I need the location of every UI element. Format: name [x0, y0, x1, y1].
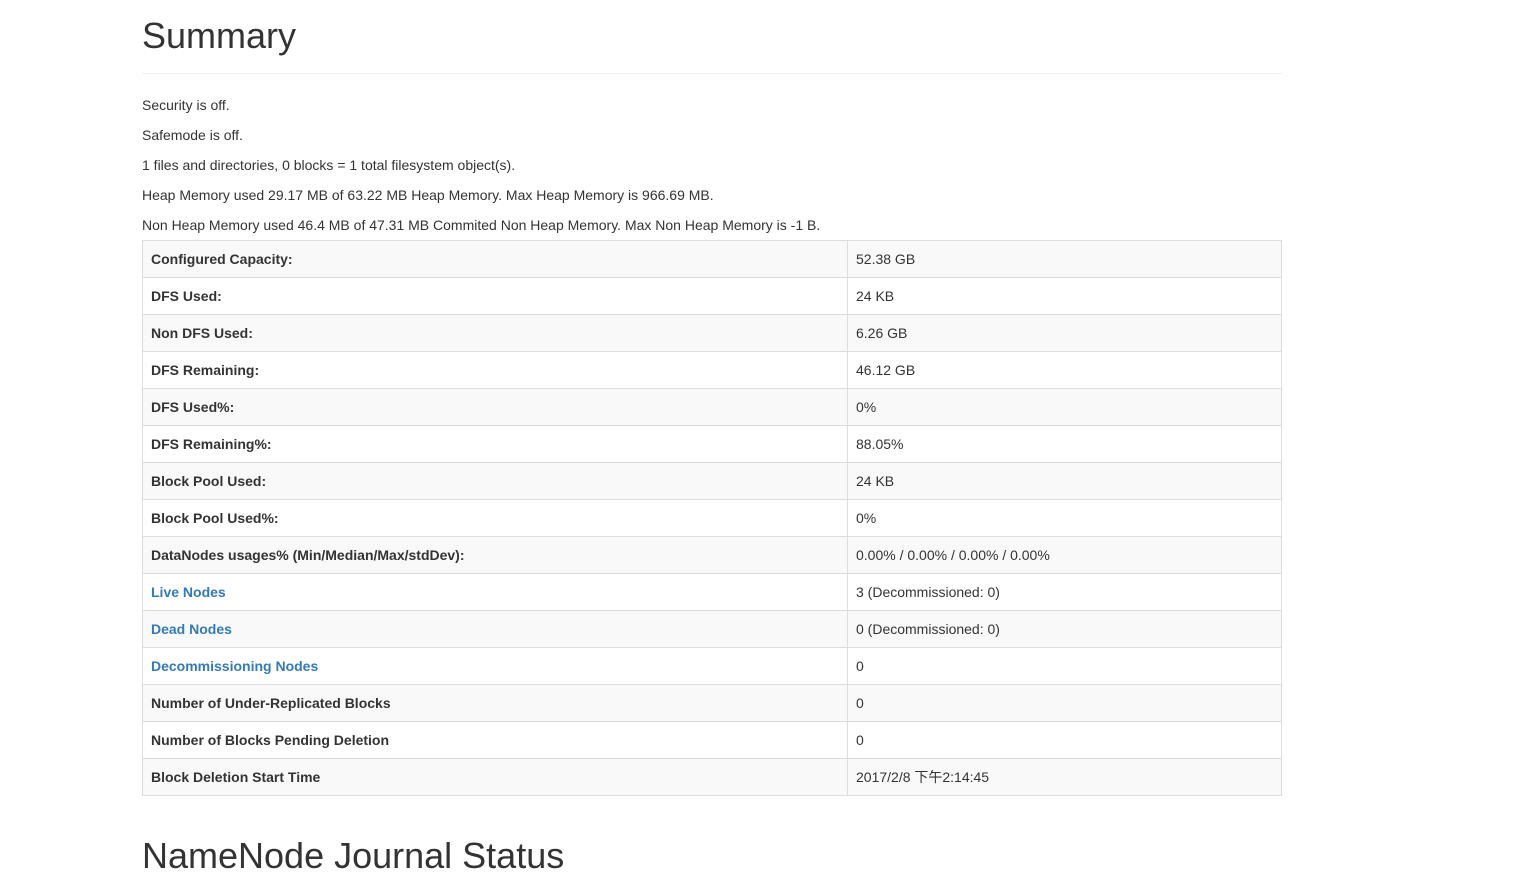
- table-row: DataNodes usages% (Min/Median/Max/stdDev…: [142, 536, 1282, 574]
- row-value: 0%: [847, 388, 1282, 426]
- row-value: 6.26 GB: [847, 314, 1282, 352]
- row-value: 2017/2/8 下午2:14:45: [847, 758, 1282, 796]
- row-value: 0%: [847, 499, 1282, 537]
- security-status: Security is off.: [142, 97, 230, 113]
- row-label: Live Nodes: [142, 573, 848, 611]
- table-row: Number of Under-Replicated Blocks 0: [142, 684, 1282, 722]
- table-row: Block Deletion Start Time 2017/2/8 下午2:1…: [142, 758, 1282, 796]
- live-nodes-link[interactable]: Live Nodes: [151, 584, 226, 600]
- non-heap-memory: Non Heap Memory used 46.4 MB of 47.31 MB…: [142, 217, 821, 233]
- table-row: DFS Used%: 0%: [142, 388, 1282, 426]
- table-row: DFS Remaining%: 88.05%: [142, 425, 1282, 463]
- row-label: DFS Used%:: [142, 388, 848, 426]
- row-label: Non DFS Used:: [142, 314, 848, 352]
- row-value: 0.00% / 0.00% / 0.00% / 0.00%: [847, 536, 1282, 574]
- row-label: Configured Capacity:: [142, 240, 848, 278]
- summary-table: Configured Capacity: 52.38 GB DFS Used: …: [142, 240, 1282, 796]
- row-label: DataNodes usages% (Min/Median/Max/stdDev…: [142, 536, 848, 574]
- dead-nodes-link[interactable]: Dead Nodes: [151, 621, 232, 637]
- heap-memory: Heap Memory used 29.17 MB of 63.22 MB He…: [142, 187, 714, 203]
- table-row: DFS Remaining: 46.12 GB: [142, 351, 1282, 389]
- row-value: 88.05%: [847, 425, 1282, 463]
- row-label: Decommissioning Nodes: [142, 647, 848, 685]
- table-row: Dead Nodes 0 (Decommissioned: 0): [142, 610, 1282, 648]
- row-label: Block Pool Used%:: [142, 499, 848, 537]
- filesystem-objects: 1 files and directories, 0 blocks = 1 to…: [142, 157, 516, 173]
- table-row: Live Nodes 3 (Decommissioned: 0): [142, 573, 1282, 611]
- row-value: 0: [847, 721, 1282, 759]
- row-value: 46.12 GB: [847, 351, 1282, 389]
- row-value: 52.38 GB: [847, 240, 1282, 278]
- table-row: DFS Used: 24 KB: [142, 277, 1282, 315]
- table-row: Number of Blocks Pending Deletion 0: [142, 721, 1282, 759]
- row-label: Number of Blocks Pending Deletion: [142, 721, 848, 759]
- status-lines: Security is off. Safemode is off. 1 file…: [142, 90, 1282, 240]
- safemode-status: Safemode is off.: [142, 127, 243, 143]
- page-title: Summary: [142, 15, 297, 56]
- row-label: DFS Remaining:: [142, 351, 848, 389]
- summary-section: Summary Security is off. Safemode is off…: [142, 0, 1282, 796]
- row-label: Dead Nodes: [142, 610, 848, 648]
- table-row: Non DFS Used: 6.26 GB: [142, 314, 1282, 352]
- row-value: 24 KB: [847, 462, 1282, 500]
- row-label: Block Deletion Start Time: [142, 758, 848, 796]
- decommissioning-nodes-link[interactable]: Decommissioning Nodes: [151, 658, 318, 674]
- row-label: Block Pool Used:: [142, 462, 848, 500]
- next-section-title: NameNode Journal Status: [142, 835, 565, 876]
- table-row: Block Pool Used: 24 KB: [142, 462, 1282, 500]
- row-label: Number of Under-Replicated Blocks: [142, 684, 848, 722]
- row-label: DFS Used:: [142, 277, 848, 315]
- row-value: 3 (Decommissioned: 0): [847, 573, 1282, 611]
- row-value: 0: [847, 647, 1282, 685]
- table-row: Configured Capacity: 52.38 GB: [142, 240, 1282, 278]
- table-row: Decommissioning Nodes 0: [142, 647, 1282, 685]
- row-value: 24 KB: [847, 277, 1282, 315]
- row-value: 0 (Decommissioned: 0): [847, 610, 1282, 648]
- row-value: 0: [847, 684, 1282, 722]
- row-label: DFS Remaining%:: [142, 425, 848, 463]
- page-header: Summary: [142, 0, 1282, 74]
- table-row: Block Pool Used%: 0%: [142, 499, 1282, 537]
